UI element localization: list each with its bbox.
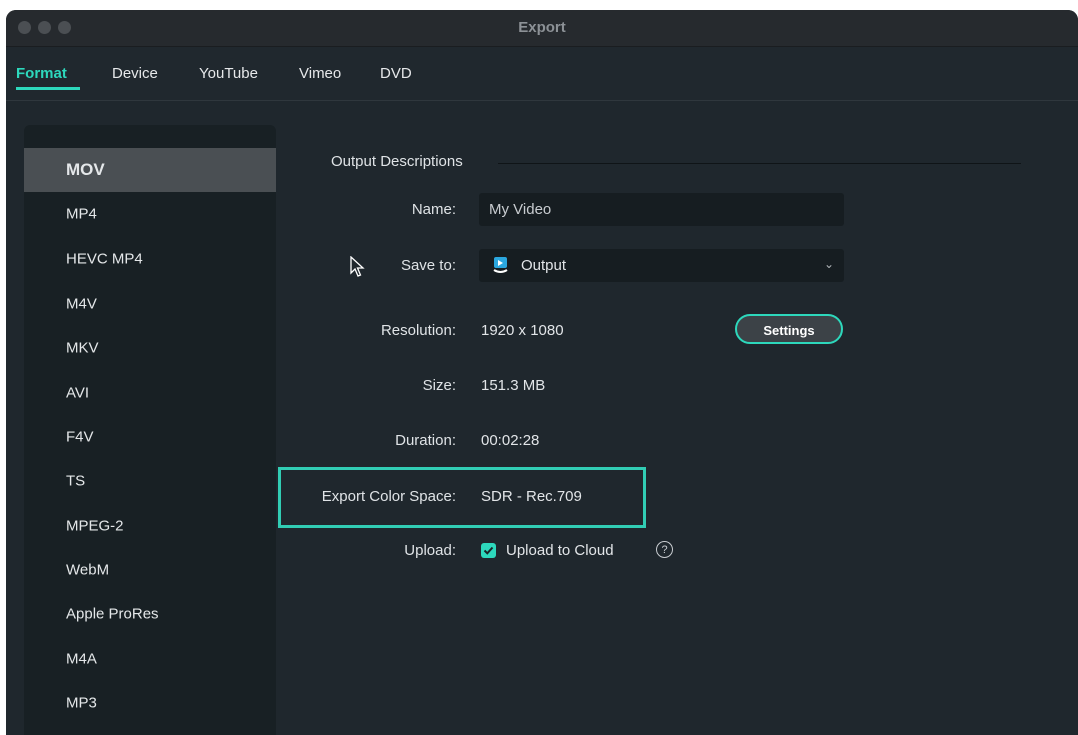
format-item-hevc-mp4[interactable]: HEVC MP4 [24, 237, 276, 281]
format-label: AVI [66, 384, 90, 402]
output-panel: Output Descriptions Name: Save to: Outpu… [276, 101, 1078, 735]
export-window: Export Format Device YouTube Vimeo DVD M… [6, 10, 1078, 735]
resolution-value: 1920 x 1080 [481, 322, 564, 339]
format-label: M4A [66, 650, 97, 668]
format-label: HEVC MP4 [66, 250, 143, 268]
format-item-m4a[interactable]: M4A [24, 637, 276, 681]
format-label: MP3 [66, 694, 97, 712]
save-to-dropdown[interactable]: Output ⌄ [479, 249, 844, 282]
upload-label: Upload: [404, 542, 456, 559]
mouse-pointer-icon [350, 256, 365, 277]
save-to-label: Save to: [400, 257, 456, 274]
tab-device[interactable]: Device [112, 47, 158, 101]
color-space-label: Export Color Space: [321, 488, 456, 505]
format-item-mp4[interactable]: MP4 [24, 192, 276, 236]
format-item-f4v[interactable]: F4V [24, 415, 276, 459]
format-label: F4V [66, 428, 94, 446]
format-item-m4v[interactable]: M4V [24, 282, 276, 326]
format-label: WebM [66, 561, 110, 579]
color-space-value: SDR - Rec.709 [481, 488, 582, 505]
format-item-avi[interactable]: AVI [24, 371, 276, 415]
format-list: MOV MP4 HEVC MP4 M4V MKV AVI F4V TS MPEG… [24, 125, 276, 735]
format-label: MOV [66, 160, 105, 179]
tab-vimeo[interactable]: Vimeo [299, 47, 341, 101]
format-label: MP4 [66, 205, 97, 223]
format-label: MKV [66, 339, 99, 357]
size-label: Size: [422, 377, 456, 394]
format-item-webm[interactable]: WebM [24, 548, 276, 592]
upload-checkbox[interactable] [481, 543, 496, 558]
format-label: Apple ProRes [66, 605, 159, 623]
name-input[interactable] [479, 193, 844, 226]
section-divider [498, 163, 1021, 164]
download-folder-icon [493, 257, 508, 273]
format-item-mp3[interactable]: MP3 [24, 681, 276, 725]
tab-dvd[interactable]: DVD [380, 47, 412, 101]
format-item-mpeg-2[interactable]: MPEG-2 [24, 504, 276, 548]
format-item-mkv[interactable]: MKV [24, 326, 276, 370]
tab-bar: Format Device YouTube Vimeo DVD [6, 47, 1078, 101]
checkmark-icon [483, 546, 494, 555]
tab-youtube[interactable]: YouTube [199, 47, 258, 101]
section-title: Output Descriptions [331, 153, 463, 170]
duration-label: Duration: [395, 432, 456, 449]
duration-value: 00:02:28 [481, 432, 540, 449]
resolution-label: Resolution: [380, 322, 456, 339]
title-bar: Export [6, 10, 1078, 47]
format-label: M4V [66, 295, 97, 313]
format-label: MPEG-2 [66, 517, 124, 535]
save-to-value: Output [521, 257, 567, 274]
tab-format[interactable]: Format [16, 47, 67, 101]
upload-option-label[interactable]: Upload to Cloud [506, 542, 614, 559]
size-value: 151.3 MB [481, 377, 546, 394]
name-field[interactable] [479, 193, 844, 226]
active-tab-indicator [16, 87, 80, 90]
settings-button[interactable]: Settings [735, 314, 843, 344]
window-title: Export [518, 19, 566, 36]
name-label: Name: [411, 201, 456, 218]
format-label: TS [66, 472, 86, 490]
format-item-mov[interactable]: MOV [24, 148, 276, 192]
help-circle-icon[interactable]: ? [656, 541, 673, 558]
format-item-ts[interactable]: TS [24, 459, 276, 503]
chevron-down-icon: ⌄ [823, 257, 834, 271]
format-item-apple-prores[interactable]: Apple ProRes [24, 592, 276, 636]
